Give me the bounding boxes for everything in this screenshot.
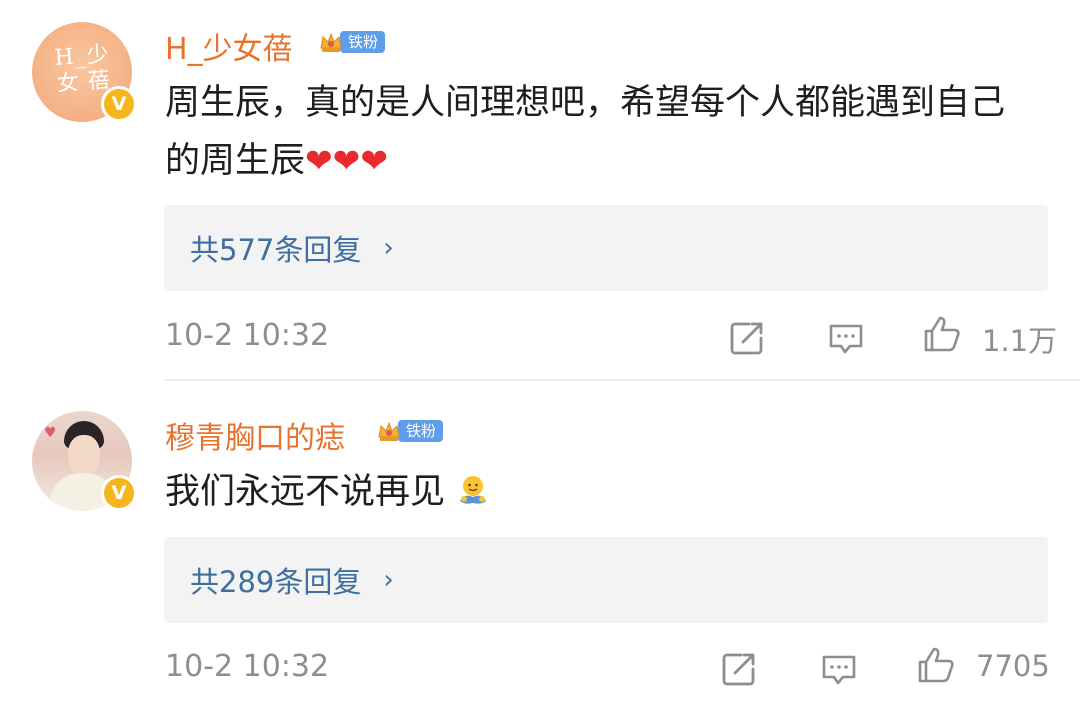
like-count: 1.1万 — [982, 324, 1058, 358]
replies-link[interactable]: 共577条回复 › — [164, 205, 1048, 291]
verified-badge-icon: V — [101, 86, 137, 122]
heart-emoji: ❤❤❤ — [305, 141, 388, 180]
like-icon[interactable] — [922, 314, 962, 354]
comment-icon[interactable] — [819, 649, 859, 689]
heart-icon: ♥ — [44, 425, 57, 441]
comment-body: 周生辰，真的是人间理想吧，希望每个人都能遇到自己的周生辰 — [165, 83, 1006, 181]
avatar-face — [68, 435, 100, 475]
username[interactable]: H_少女蓓 — [165, 24, 293, 68]
comment-body: 我们永远不说再见 — [165, 472, 446, 512]
like-icon[interactable] — [916, 645, 956, 685]
verified-badge-icon: V — [101, 475, 137, 511]
replies-count: 共577条回复 — [190, 233, 362, 267]
fan-badge: 铁粉 — [318, 28, 386, 56]
comment-item: ♥ V 穆青胸口的痣 铁粉 我们永远不说再见 共289条回复 › 10-2 10… — [0, 381, 1080, 701]
username[interactable]: 穆青胸口的痣 — [165, 413, 345, 457]
share-icon[interactable] — [727, 318, 767, 358]
crown-icon — [320, 32, 342, 52]
crown-icon — [378, 421, 400, 441]
comment-icon[interactable] — [826, 318, 866, 358]
hug-emoji — [460, 476, 487, 504]
share-icon[interactable] — [719, 649, 759, 689]
timestamp: 10-2 10:32 — [165, 318, 330, 353]
fan-badge: 铁粉 — [376, 417, 444, 445]
replies-link[interactable]: 共289条回复 › — [164, 537, 1048, 623]
replies-count: 共289条回复 — [190, 565, 362, 599]
like-count: 7705 — [976, 649, 1050, 683]
chevron-right-icon: › — [383, 233, 394, 263]
chevron-right-icon: › — [383, 565, 394, 595]
fan-badge-label: 铁粉 — [398, 420, 444, 442]
fan-badge-label: 铁粉 — [340, 31, 386, 53]
timestamp: 10-2 10:32 — [165, 649, 330, 684]
comment-item: H_少女 蓓 V H_少女蓓 铁粉 周生辰，真的是人间理想吧，希望每个人都能遇到… — [0, 0, 1080, 380]
comment-text: 我们永远不说再见 — [165, 463, 1035, 521]
comment-text: 周生辰，真的是人间理想吧，希望每个人都能遇到自己的周生辰❤❤❤ — [165, 74, 1035, 190]
